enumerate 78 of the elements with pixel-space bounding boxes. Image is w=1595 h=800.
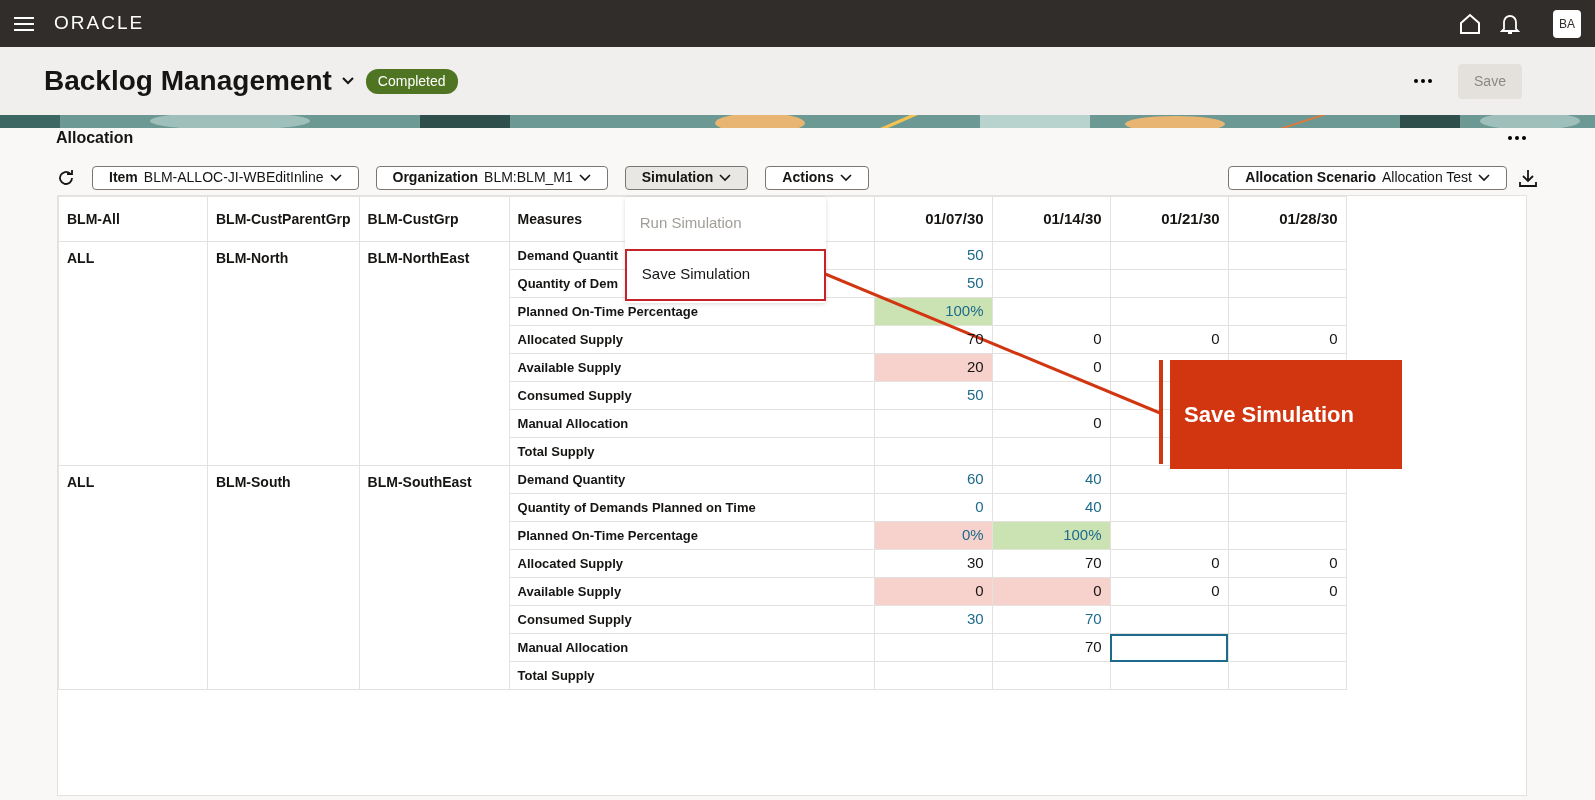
- column-header: 01/28/30: [1228, 196, 1347, 242]
- value-link[interactable]: 0%: [874, 521, 993, 550]
- user-avatar[interactable]: BA: [1553, 9, 1581, 38]
- table-cell: 0: [992, 577, 1111, 606]
- column-header: BLM-CustParentGrp: [207, 196, 360, 242]
- measure-label: Total Supply: [509, 661, 875, 690]
- more-icon[interactable]: [1414, 79, 1432, 83]
- table-cell: ALL: [58, 241, 208, 466]
- value-link[interactable]: 0: [874, 493, 993, 522]
- table-cell: 20: [874, 353, 993, 382]
- value-link[interactable]: 50: [874, 241, 993, 270]
- value-link[interactable]: 50: [874, 269, 993, 298]
- table-cell: BLM-South: [207, 465, 360, 690]
- input-field[interactable]: [1110, 633, 1229, 662]
- measure-label: Planned On-Time Percentage: [509, 297, 875, 326]
- column-header: BLM-All: [58, 196, 208, 242]
- table-cell: 30: [874, 549, 993, 578]
- measure-label: Allocated Supply: [509, 325, 875, 354]
- table-cell: 70: [992, 549, 1111, 578]
- filter-dropdown[interactable]: Organization BLM:BLM_M1: [375, 165, 608, 190]
- column-header: 01/21/30: [1110, 196, 1229, 242]
- column-header: BLM-CustGrp: [359, 196, 510, 242]
- measure-label: Quantity of Demands Planned on Time: [509, 493, 875, 522]
- caret-icon: [839, 173, 852, 182]
- more-icon[interactable]: [1508, 136, 1526, 140]
- bell-icon[interactable]: [1500, 12, 1520, 35]
- value-link[interactable]: 70: [992, 605, 1111, 634]
- scenario-dropdown[interactable]: Allocation Scenario Allocation Test: [1228, 165, 1507, 190]
- download-icon[interactable]: [1518, 167, 1538, 188]
- measure-label: Consumed Supply: [509, 605, 875, 634]
- measure-label: Manual Allocation: [509, 633, 875, 662]
- table-cell: BLM-NorthEast: [359, 241, 510, 466]
- table-cell: BLM-SouthEast: [359, 465, 510, 690]
- measure-label: Demand Quantity: [509, 465, 875, 494]
- value-link[interactable]: 60: [874, 465, 993, 494]
- table-cell: 0: [1110, 577, 1229, 606]
- caret-icon[interactable]: [341, 77, 354, 85]
- table-cell: 0: [1228, 325, 1347, 354]
- table-cell: 0: [1228, 577, 1347, 606]
- measure-label: Total Supply: [509, 437, 875, 466]
- measure-label: Consumed Supply: [509, 381, 875, 410]
- section-title: Allocation: [56, 130, 134, 146]
- logo[interactable]: ORACLE: [54, 9, 145, 38]
- table-cell: BLM-North: [207, 241, 360, 466]
- table-cell: ALL: [58, 465, 208, 690]
- table-cell: 0: [1110, 549, 1229, 578]
- caret-icon: [1478, 173, 1490, 182]
- table-cell: 0: [992, 409, 1111, 438]
- table-cell: 0: [992, 353, 1111, 382]
- caret-icon: [578, 173, 591, 182]
- measure-label: Available Supply: [509, 577, 875, 606]
- menu-item[interactable]: Save Simulation: [624, 248, 826, 301]
- caret-icon: [329, 173, 342, 182]
- value-link[interactable]: 40: [992, 493, 1111, 522]
- filter-dropdown[interactable]: Item BLM-ALLOC-JI-WBEditInline: [92, 165, 359, 190]
- simulation-dropdown[interactable]: Simulation: [624, 165, 749, 190]
- measure-label: Allocated Supply: [509, 549, 875, 578]
- column-header: 01/14/30: [992, 196, 1111, 242]
- menu-icon[interactable]: [14, 15, 34, 32]
- page-title: Backlog Management: [44, 64, 332, 98]
- value-link[interactable]: 40: [992, 465, 1111, 494]
- table-cell: 0: [992, 325, 1111, 354]
- table-cell: 0: [1110, 325, 1229, 354]
- measure-label: Planned On-Time Percentage: [509, 521, 875, 550]
- column-header: 01/07/30: [874, 196, 993, 242]
- callout-label: Save Simulation: [1170, 360, 1402, 469]
- actions-dropdown[interactable]: Actions: [765, 165, 869, 190]
- caret-icon: [719, 173, 732, 182]
- value-link[interactable]: 30: [874, 605, 993, 634]
- refresh-icon[interactable]: [57, 168, 75, 187]
- table-cell: 0: [874, 577, 993, 606]
- measure-label: Available Supply: [509, 353, 875, 382]
- measure-label: Manual Allocation: [509, 409, 875, 438]
- status-badge: Completed: [365, 68, 458, 94]
- home-icon[interactable]: [1459, 12, 1481, 35]
- value-link[interactable]: 100%: [992, 521, 1111, 550]
- value-link[interactable]: 50: [874, 381, 993, 410]
- table-cell: 0: [1228, 549, 1347, 578]
